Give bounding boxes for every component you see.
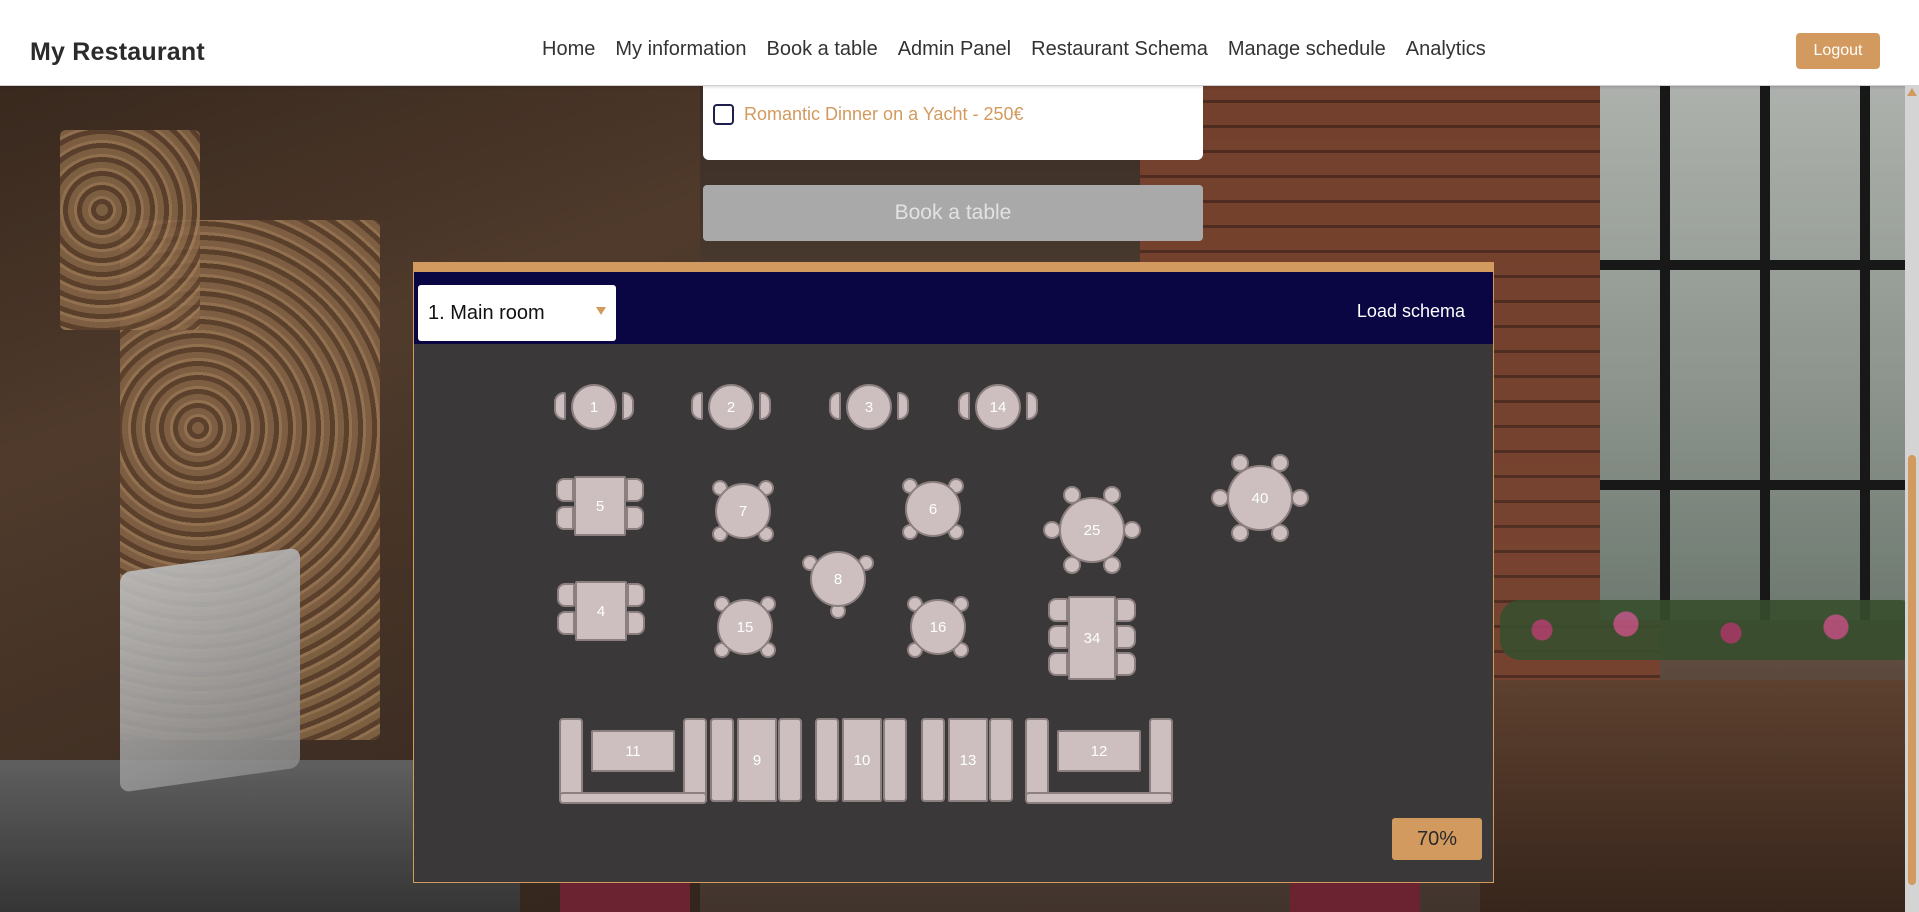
nav-analytics[interactable]: Analytics xyxy=(1396,38,1496,61)
room-select[interactable]: 1. Main room xyxy=(418,285,616,341)
table-label: 5 xyxy=(574,476,626,536)
book-table-button[interactable]: Book a table xyxy=(703,185,1203,241)
main-nav: Home My information Book a table Admin P… xyxy=(532,38,1496,61)
chair-seat xyxy=(627,611,645,635)
table-label: 16 xyxy=(910,599,966,655)
chair-seat xyxy=(1291,489,1309,507)
table-label: 3 xyxy=(846,384,892,430)
chair-seat xyxy=(1026,392,1038,420)
table-label: 25 xyxy=(1059,497,1125,563)
table-label: 9 xyxy=(737,718,777,802)
table-label: 14 xyxy=(975,384,1021,430)
chair-seat xyxy=(557,583,575,607)
chair-seat xyxy=(626,506,644,530)
zoom-level[interactable]: 70% xyxy=(1392,818,1482,860)
nav-home[interactable]: Home xyxy=(532,38,605,61)
chair-seat xyxy=(554,392,566,420)
chair-seat xyxy=(622,392,634,420)
chair-seat xyxy=(1149,718,1173,802)
option-row: Romantic Dinner on a Yacht - 250€ xyxy=(713,104,1024,125)
table-label: 11 xyxy=(591,730,675,772)
nav-book-a-table[interactable]: Book a table xyxy=(757,38,888,61)
schema-canvas[interactable]: 1 2 3 14 5 7 6 25 40 8 4 15 16 34 11 9 10 13 12 xyxy=(414,344,1493,872)
table-label: 4 xyxy=(575,581,627,641)
table-label: 7 xyxy=(715,483,771,539)
chair-seat xyxy=(556,478,574,502)
chair-seat xyxy=(1116,625,1136,649)
chair-seat xyxy=(683,718,707,802)
table-label: 40 xyxy=(1227,465,1293,531)
option-label[interactable]: Romantic Dinner on a Yacht - 250€ xyxy=(744,104,1024,125)
chair-seat xyxy=(1116,598,1136,622)
nav-my-information[interactable]: My information xyxy=(605,38,756,61)
table-label: 15 xyxy=(717,599,773,655)
chair-seat xyxy=(627,583,645,607)
chair-seat xyxy=(958,392,970,420)
chair-seat xyxy=(815,718,839,802)
chair-seat xyxy=(883,718,907,802)
table-label: 1 xyxy=(571,384,617,430)
chair-seat xyxy=(1116,652,1136,676)
chair-seat xyxy=(1048,652,1068,676)
table-label: 6 xyxy=(905,481,961,537)
chair-seat xyxy=(556,506,574,530)
chair-seat xyxy=(1123,521,1141,539)
chair-seat xyxy=(897,392,909,420)
chair-seat xyxy=(829,392,841,420)
option-checkbox[interactable] xyxy=(713,104,734,125)
nav-manage-schedule[interactable]: Manage schedule xyxy=(1218,38,1396,61)
schema-header: 1. Main room Load schema xyxy=(414,272,1493,344)
logout-button[interactable]: Logout xyxy=(1796,33,1880,69)
chair-seat xyxy=(626,478,644,502)
brand-logo[interactable]: My Restaurant xyxy=(30,38,205,67)
table-label: 10 xyxy=(842,718,882,802)
chair-seat xyxy=(691,392,703,420)
scrollbar-thumb[interactable] xyxy=(1908,455,1916,885)
nav-restaurant-schema[interactable]: Restaurant Schema xyxy=(1021,38,1218,61)
top-navbar: My Restaurant Home My information Book a… xyxy=(0,0,1919,86)
room-select-value: 1. Main room xyxy=(428,301,545,324)
table-label: 8 xyxy=(810,551,866,607)
load-schema-button[interactable]: Load schema xyxy=(1351,300,1471,323)
chair-seat xyxy=(1025,792,1173,804)
table-label: 12 xyxy=(1057,730,1141,772)
table-label: 34 xyxy=(1068,596,1116,680)
restaurant-schema-panel: 1. Main room Load schema 1 2 3 14 5 7 6 25 40 8 4 1… xyxy=(413,262,1494,883)
chevron-down-icon xyxy=(596,307,606,315)
chair-seat xyxy=(710,718,734,802)
chair-seat xyxy=(1048,625,1068,649)
nav-admin-panel[interactable]: Admin Panel xyxy=(888,38,1021,61)
chair-seat xyxy=(1048,598,1068,622)
chair-seat xyxy=(559,718,583,802)
chair-seat xyxy=(559,792,707,804)
chair-seat xyxy=(921,718,945,802)
chair-seat xyxy=(1025,718,1049,802)
chair-seat xyxy=(778,718,802,802)
table-label: 13 xyxy=(948,718,988,802)
page-scrollbar[interactable] xyxy=(1905,85,1919,912)
chair-seat xyxy=(557,611,575,635)
chair-seat xyxy=(989,718,1013,802)
table-label: 2 xyxy=(708,384,754,430)
scroll-up-icon[interactable] xyxy=(1907,88,1917,96)
chair-seat xyxy=(759,392,771,420)
